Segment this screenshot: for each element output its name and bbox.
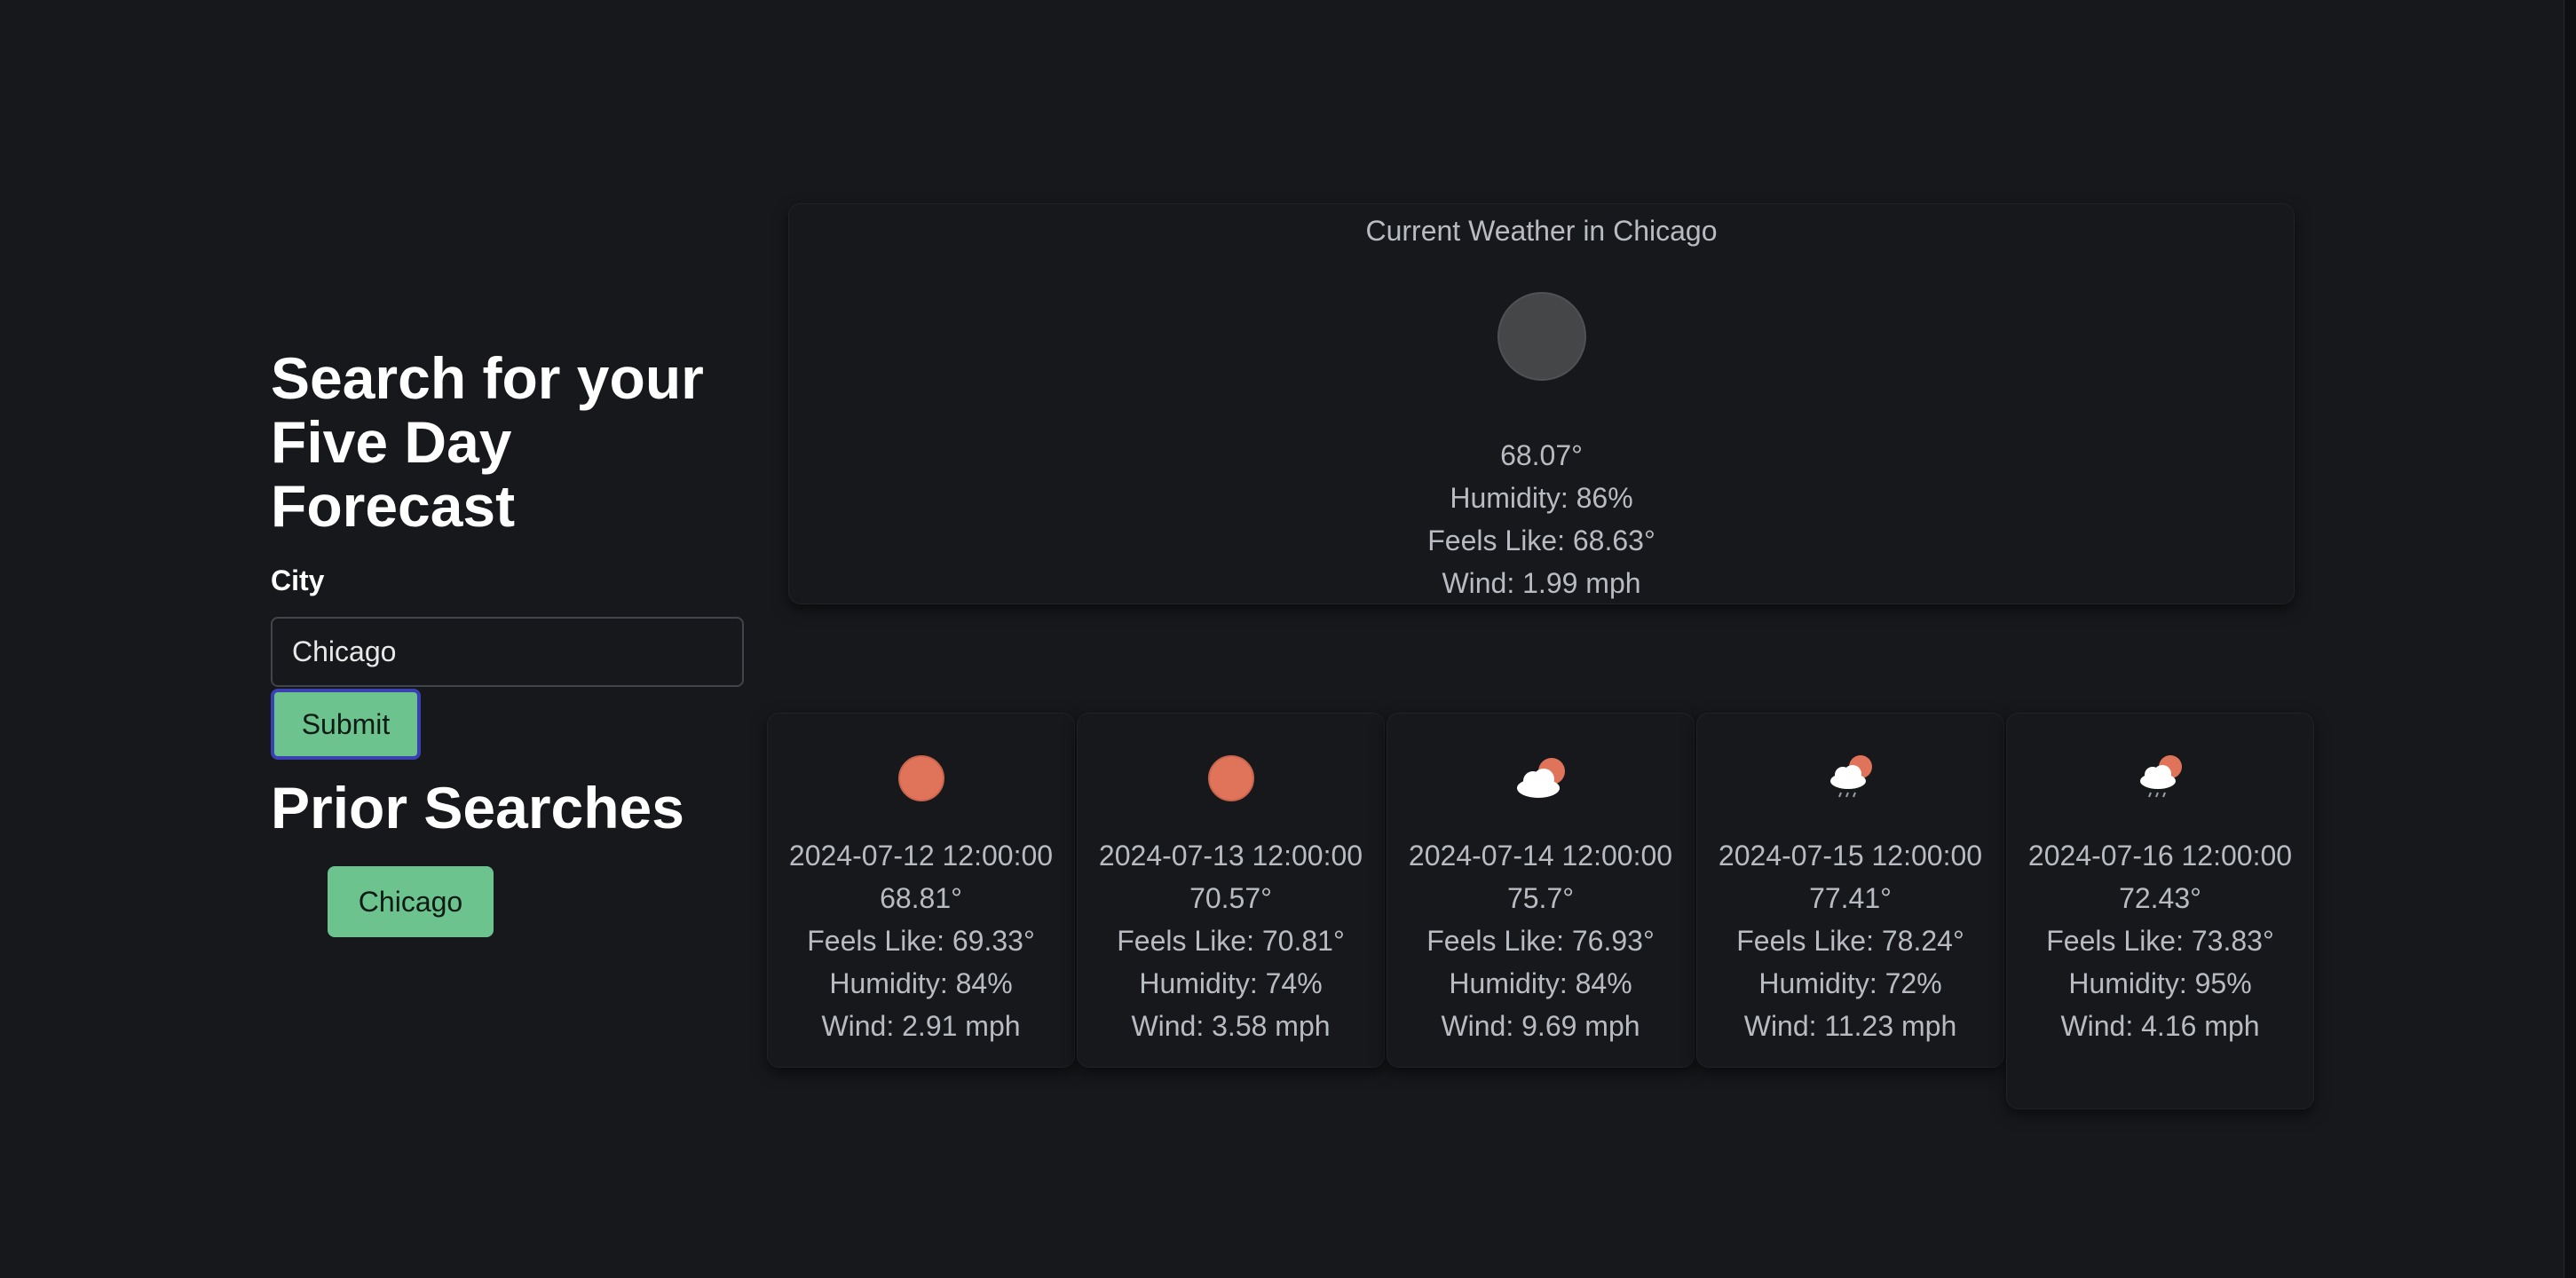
forecast-row: 2024-07-12 12:00:00 68.81° Feels Like: 6…	[767, 713, 2314, 1109]
current-wind: Wind: 1.99 mph	[1442, 567, 1641, 599]
rain-sun-icon	[2140, 755, 2182, 798]
forecast-date: 2024-07-14 12:00:00	[1408, 840, 1673, 872]
current-weather-title: Current Weather in Chicago	[1365, 215, 1718, 247]
forecast-feels-like: Feels Like: 73.83°	[2046, 925, 2274, 957]
forecast-humidity: Humidity: 72%	[1758, 967, 1942, 999]
forecast-wind: Wind: 2.91 mph	[821, 1010, 1021, 1042]
forecast-humidity: Humidity: 84%	[829, 967, 1013, 999]
forecast-temp: 70.57°	[1189, 882, 1272, 914]
forecast-humidity: Humidity: 74%	[1139, 967, 1323, 999]
moon-icon	[1497, 292, 1586, 381]
prior-searches-heading: Prior Searches	[271, 775, 684, 840]
prior-search-chicago-button[interactable]: Chicago	[328, 866, 494, 937]
current-weather-stats: 68.07° Humidity: 86% Feels Like: 68.63° …	[789, 434, 2294, 604]
forecast-temp: 75.7°	[1506, 882, 1575, 914]
forecast-details: 2024-07-15 12:00:00 77.41° Feels Like: 7…	[1697, 834, 2003, 1047]
current-temp: 68.07°	[1500, 439, 1583, 471]
current-humidity: Humidity: 86%	[1450, 482, 1633, 514]
forecast-humidity: Humidity: 84%	[1449, 967, 1632, 999]
forecast-details: 2024-07-16 12:00:00 72.43° Feels Like: 7…	[2007, 834, 2313, 1047]
forecast-card: 2024-07-14 12:00:00 75.7° Feels Like: 76…	[1387, 713, 1695, 1068]
city-label: City	[271, 564, 325, 596]
forecast-date: 2024-07-12 12:00:00	[788, 840, 1054, 872]
sun-icon	[898, 755, 944, 801]
forecast-temp: 68.81°	[880, 882, 962, 914]
forecast-card: 2024-07-12 12:00:00 68.81° Feels Like: 6…	[767, 713, 1075, 1068]
forecast-date: 2024-07-15 12:00:00	[1718, 840, 1983, 872]
forecast-wind: Wind: 4.16 mph	[2060, 1010, 2260, 1042]
forecast-feels-like: Feels Like: 69.33°	[807, 925, 1035, 957]
sun-icon	[1208, 755, 1254, 801]
forecast-date: 2024-07-13 12:00:00	[1098, 840, 1363, 872]
current-weather-card: Current Weather in Chicago 68.07° Humidi…	[788, 203, 2295, 604]
forecast-card: 2024-07-13 12:00:00 70.57° Feels Like: 7…	[1077, 713, 1385, 1068]
forecast-humidity: Humidity: 95%	[2068, 967, 2252, 999]
rain-sun-icon	[1830, 755, 1872, 798]
page-scroll-edge	[2564, 0, 2576, 1278]
partly-cloudy-icon	[1517, 758, 1565, 798]
current-feels-like: Feels Like: 68.63°	[1427, 525, 1655, 556]
forecast-card: 2024-07-15 12:00:00 77.41° Feels Like: 7…	[1696, 713, 2004, 1068]
forecast-details: 2024-07-12 12:00:00 68.81° Feels Like: 6…	[768, 834, 1074, 1047]
prior-searches-list: Chicago	[271, 866, 750, 937]
city-input[interactable]	[271, 617, 744, 687]
forecast-details: 2024-07-13 12:00:00 70.57° Feels Like: 7…	[1078, 834, 1384, 1047]
forecast-wind: Wind: 11.23 mph	[1743, 1010, 1957, 1042]
search-heading: Search for your Five Day Forecast	[271, 345, 704, 539]
forecast-feels-like: Feels Like: 76.93°	[1426, 925, 1655, 957]
submit-button[interactable]: Submit	[271, 689, 421, 760]
forecast-details: 2024-07-14 12:00:00 75.7° Feels Like: 76…	[1387, 834, 1694, 1047]
search-panel: Search for your Five Day Forecast City S…	[271, 346, 750, 937]
forecast-card: 2024-07-16 12:00:00 72.43° Feels Like: 7…	[2006, 713, 2314, 1109]
forecast-feels-like: Feels Like: 78.24°	[1736, 925, 1964, 957]
forecast-feels-like: Feels Like: 70.81°	[1117, 925, 1345, 957]
forecast-temp: 72.43°	[2119, 882, 2201, 914]
forecast-temp: 77.41°	[1809, 882, 1892, 914]
forecast-wind: Wind: 9.69 mph	[1441, 1010, 1640, 1042]
forecast-wind: Wind: 3.58 mph	[1131, 1010, 1331, 1042]
forecast-date: 2024-07-16 12:00:00	[2027, 840, 2293, 872]
